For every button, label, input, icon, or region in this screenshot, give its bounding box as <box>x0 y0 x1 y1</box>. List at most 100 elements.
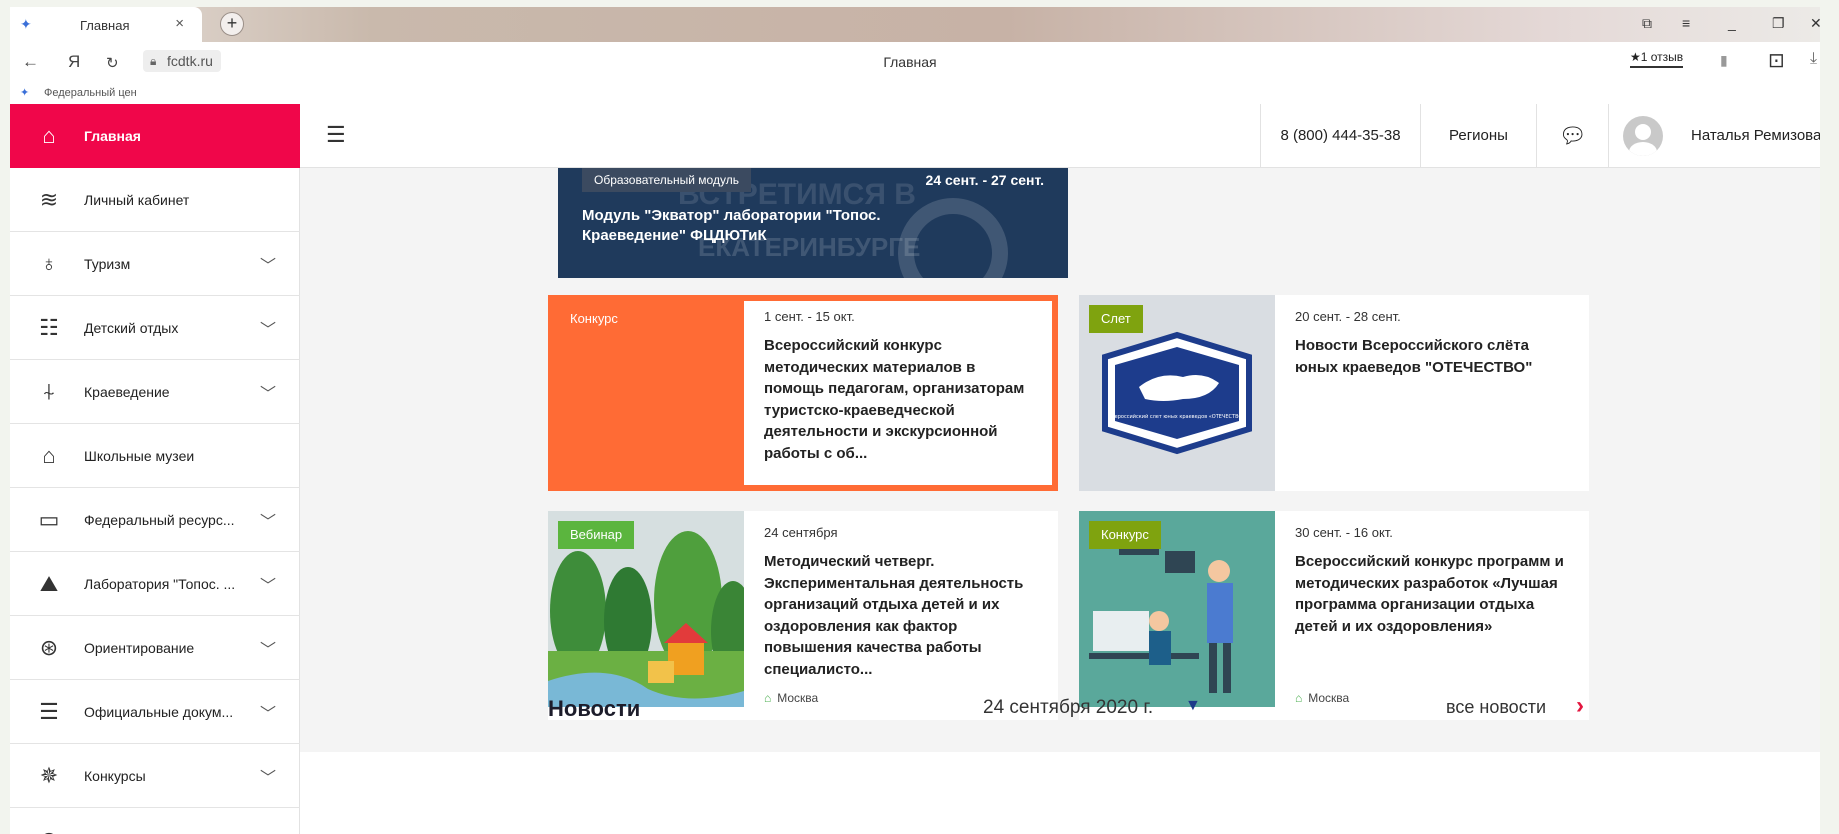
sidebar-item-federal-resource[interactable]: ▭ Федеральный ресурс... ﹀ <box>10 488 300 552</box>
card-title[interactable]: Новости Всероссийского слёта юных краеве… <box>1295 335 1565 378</box>
home-pin-icon: ⌂ <box>764 691 772 705</box>
chevron-down-icon[interactable]: ﹀ <box>260 252 276 276</box>
layers-icon: ≋ <box>39 187 59 212</box>
tab-close-icon[interactable]: × <box>175 15 184 32</box>
reload-icon[interactable]: ↻ <box>106 54 119 72</box>
browser-tab[interactable]: ✦ Главная × <box>10 7 202 42</box>
card-date: 30 сент. - 16 окт. <box>1295 525 1393 540</box>
chevron-down-icon[interactable]: ﹀ <box>260 508 276 532</box>
caret-down-icon[interactable]: ▼ <box>1185 697 1201 715</box>
restore-icon[interactable]: ❐ <box>1772 15 1785 32</box>
sidebar-item-label: Краеведение <box>84 384 170 400</box>
sidebar-item-children-rest[interactable]: ☷ Детский отдых ﹀ <box>10 296 300 360</box>
lock-icon: 🔒︎ <box>150 54 157 68</box>
chat-icon[interactable]: 💬︎ <box>1536 104 1608 168</box>
sidebar-item-home[interactable]: ⌂ Главная <box>10 104 300 168</box>
all-news-link[interactable]: все новости <box>1446 697 1546 718</box>
archive-icon: ▭ <box>38 507 60 532</box>
news-card[interactable]: Вебинар 24 сентября Методический четверг… <box>548 511 1058 720</box>
home-icon: ⌂ <box>42 123 56 148</box>
download-icon[interactable]: ⤓ <box>1810 50 1817 68</box>
sidebar-item-school-museums[interactable]: ⌂ Школьные музеи <box>10 424 300 488</box>
card-title[interactable]: Методический четверг. Экспериментальная … <box>764 551 1034 680</box>
signpost-icon: ⍭ <box>42 379 56 404</box>
back-icon[interactable]: ← <box>22 52 39 72</box>
website: ⌂ Главная ≋ Личный кабинет ♁ Туризм ﹀ ☷ … <box>10 104 1820 834</box>
sidebar-item-account[interactable]: ≋ Личный кабинет <box>10 168 300 232</box>
hero-title[interactable]: Модуль "Экватор" лаборатории "Топос. Кра… <box>582 206 912 246</box>
chevron-down-icon[interactable]: ﹀ <box>260 572 276 596</box>
card-badge: Слет <box>1089 305 1143 333</box>
tabs-overview-icon[interactable]: ⧉ <box>1642 15 1652 32</box>
new-tab-button[interactable]: + <box>220 12 244 36</box>
sidebar-item-label: Личный кабинет <box>84 192 190 208</box>
card-location-text: Москва <box>777 691 819 705</box>
sidebar-item-partial[interactable]: ◠ <box>10 808 300 834</box>
news-heading: Новости <box>548 696 641 721</box>
card-date: 20 сент. - 28 сент. <box>1295 309 1401 324</box>
hero-card[interactable]: ВСТРЕТИМСЯ В ЕКАТЕРИНБУРГЕ Образовательн… <box>558 168 1068 278</box>
museum-icon: ⌂ <box>42 443 56 468</box>
hero-date: 24 сент. - 27 сент. <box>925 172 1044 188</box>
news-card[interactable]: Конкурс 30 сент. - 16 окт. Всероссийский… <box>1079 511 1589 720</box>
sidebar-item-label: Официальные докум... <box>84 704 234 720</box>
sidebar-item-label: Главная <box>84 128 141 144</box>
card-date: 24 сентября <box>764 525 838 540</box>
sidebar-item-label: Школьные музеи <box>84 448 195 464</box>
mountain-icon: ⛰︎ <box>39 571 59 596</box>
home-pin-icon: ⌂ <box>1295 691 1303 705</box>
sidebar-item-orienteering[interactable]: ⊛ Ориентирование ﹀ <box>10 616 300 680</box>
chevron-down-icon[interactable]: ﹀ <box>260 316 276 340</box>
browser-tab-bar: ✦ Главная × + ⧉ ≡ _ ❐ ✕ <box>10 7 1822 42</box>
news-card[interactable]: Всероссийский слет юных краеведов «ОТЕЧЕ… <box>1079 295 1589 491</box>
chevron-down-icon[interactable]: ﹀ <box>260 380 276 404</box>
chevron-down-icon[interactable]: ﹀ <box>260 700 276 724</box>
bookmark-item[interactable]: Федеральный цен <box>44 87 137 99</box>
card-location-text: Москва <box>1308 691 1350 705</box>
balloon-icon: ♁ <box>40 251 58 276</box>
tab-title: Главная <box>80 18 130 33</box>
user-name: Наталья Ремизова <box>1691 127 1820 144</box>
chevron-down-icon[interactable]: ﹀ <box>260 636 276 660</box>
window-close-icon[interactable]: ✕ <box>1810 15 1822 32</box>
user-profile[interactable]: Наталья Ремизова <box>1608 104 1820 168</box>
sidebar-item-label: Ориентирование <box>84 640 195 656</box>
partial-icon: ◠ <box>34 826 64 834</box>
chevron-right-icon[interactable]: › <box>1576 692 1584 720</box>
bookmarks-bar: ✦ Федеральный цен <box>10 82 1820 104</box>
sidebar-item-local-history[interactable]: ⍭ Краеведение ﹀ <box>10 360 300 424</box>
sidebar-item-label: Конкурсы <box>84 768 146 784</box>
menu-icon[interactable]: ≡ <box>1682 15 1690 31</box>
chevron-down-icon[interactable]: ﹀ <box>260 764 276 788</box>
translate-icon[interactable]: ⊡ <box>1768 48 1785 73</box>
card-date: 1 сент. - 15 окт. <box>764 309 855 324</box>
site-header: ☰ 8 (800) 444-35-38 Регионы 💬︎ Наталья Р… <box>300 104 1820 168</box>
page-title: Главная <box>883 54 937 70</box>
hero-tag: Образовательный модуль <box>582 168 751 192</box>
sidebar-item-tourism[interactable]: ♁ Туризм ﹀ <box>10 232 300 296</box>
regions-button[interactable]: Регионы <box>1420 104 1536 168</box>
sidebar-item-contests[interactable]: ✵ Конкурсы ﹀ <box>10 744 300 808</box>
yandex-logo-icon[interactable]: Я <box>68 52 80 72</box>
bookmark-icon[interactable]: ▮ <box>1720 52 1728 69</box>
reviews-button[interactable]: ★1 отзыв <box>1630 50 1684 68</box>
card-title[interactable]: Всероссийский конкурс методических матер… <box>764 335 1034 464</box>
card-badge: Конкурс <box>1089 521 1161 549</box>
card-title[interactable]: Всероссийский конкурс программ и методич… <box>1295 551 1565 637</box>
news-card[interactable]: Конкурс 1 сент. - 15 окт. Всероссийский … <box>548 295 1058 491</box>
phone-number[interactable]: 8 (800) 444-35-38 <box>1260 104 1420 168</box>
document-lines-icon: ☰ <box>39 699 59 724</box>
hamburger-menu-icon[interactable]: ☰ <box>326 122 346 148</box>
address-bar: ← Я ↻ 🔒︎ fcdtk.ru Главная ★1 отзыв ▮ ⊡ ⤓ <box>10 42 1820 82</box>
star-badge-icon: ✵ <box>39 763 59 788</box>
sidebar-item-label: Детский отдых <box>84 320 179 336</box>
minimize-icon[interactable]: _ <box>1728 15 1736 31</box>
sidebar-item-laboratory[interactable]: ⛰︎ Лаборатория "Топос. ... ﹀ <box>10 552 300 616</box>
emblem-text: Всероссийский слет юных краеведов «ОТЕЧЕ… <box>1108 413 1245 420</box>
sidebar-item-official-docs[interactable]: ☰ Официальные докум... ﹀ <box>10 680 300 744</box>
compass-icon: ⊛ <box>39 635 59 660</box>
news-date-selector[interactable]: 24 сентября 2020 г. <box>983 697 1153 719</box>
sidebar-item-label: Лаборатория "Топос. ... <box>84 576 236 592</box>
url-text: fcdtk.ru <box>167 53 213 69</box>
url-field[interactable]: 🔒︎ fcdtk.ru <box>143 50 221 72</box>
